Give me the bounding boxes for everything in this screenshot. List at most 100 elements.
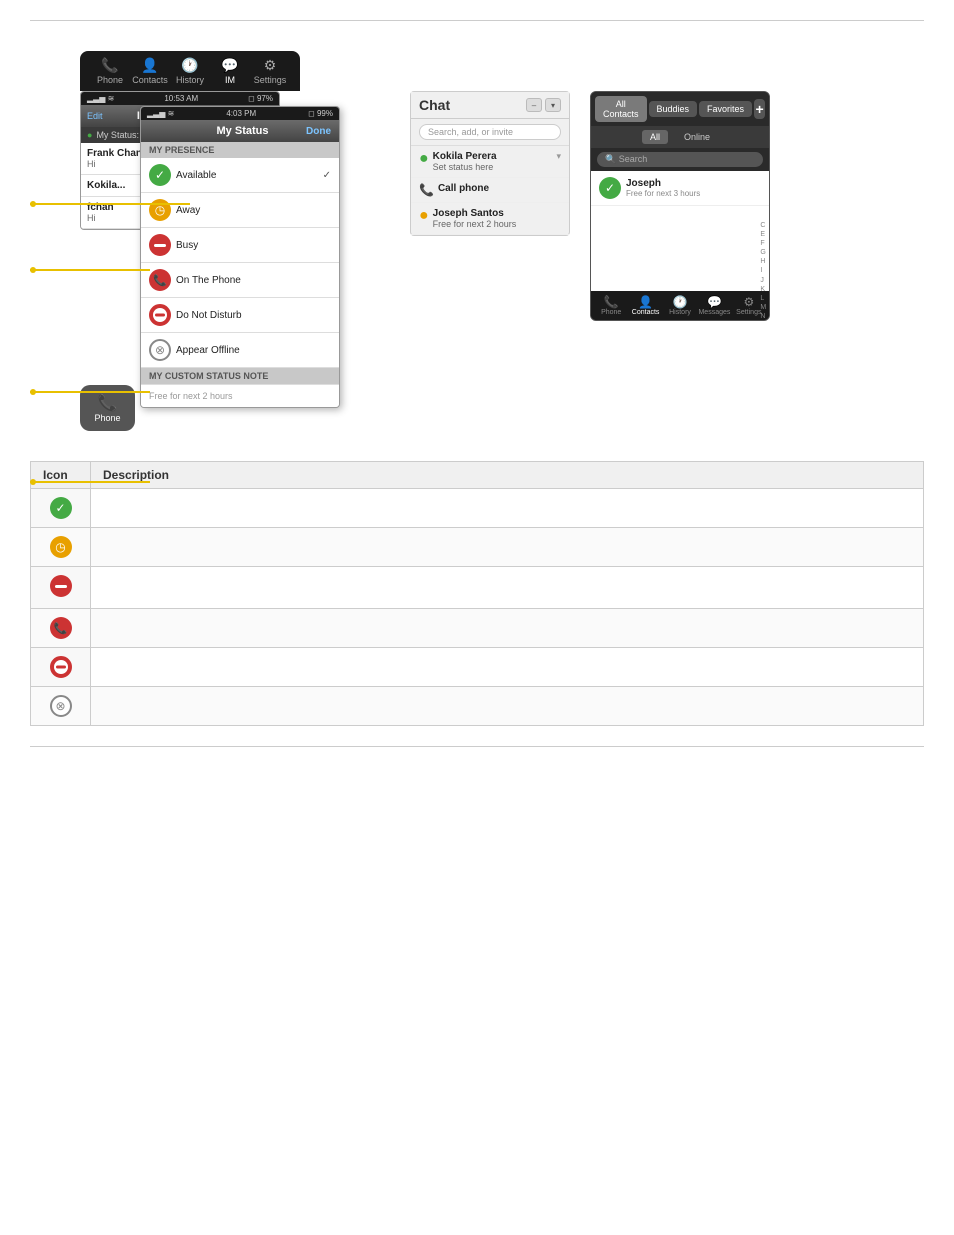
ms-done-button[interactable]: Done [306, 126, 331, 137]
ms-onphone-label: On The Phone [176, 275, 241, 286]
tab-im-label: IM [225, 75, 235, 85]
chat-header: Chat – ▾ [411, 92, 569, 119]
chat-contact-3-icon: ● [419, 208, 429, 224]
ms-option-onphone[interactable]: 📞 On The Phone [141, 263, 339, 298]
bottom-settings-icon: ⚙ [743, 295, 754, 309]
available-status-icon: ✓ [149, 164, 171, 186]
ms-dnd-label: Do Not Disturb [176, 310, 242, 321]
chat-contact-2-icon: 📞 [419, 183, 434, 197]
ms-note-input[interactable]: Free for next 2 hours [141, 384, 339, 407]
chat-search-box[interactable]: Search, add, or invite [419, 124, 561, 140]
chat-contact-2-name: Call phone [438, 183, 489, 194]
table-cell-away-icon: ◷ [31, 528, 91, 567]
contacts-search-box[interactable]: 🔍 Search [597, 152, 763, 167]
annotation-line-4 [30, 481, 150, 483]
joseph-status-icon: ✓ [599, 177, 621, 199]
page-container: 📞 Phone 👤 Contacts 🕐 History 💬 IM [0, 0, 954, 1235]
ms-time: 4:03 PM [226, 109, 256, 118]
ms-option-offline[interactable]: ⊗ Appear Offline [141, 333, 339, 368]
tab-contacts[interactable]: 👤 Contacts [130, 57, 170, 85]
tab-settings[interactable]: ⚙ Settings [250, 57, 290, 85]
bottom-messages-label: Messages [698, 309, 730, 316]
chat-contact-1-status: Set status here [433, 162, 497, 172]
im-signal: ▂▃▅ ≋ [87, 94, 114, 103]
bottom-phone-label: Phone [601, 309, 621, 316]
bottom-contacts-icon: 👤 [638, 295, 653, 309]
ms-header: My Status Done [141, 120, 339, 142]
chat-contact-2[interactable]: 📞 Call phone [411, 178, 569, 203]
contacts-bottom-phone[interactable]: 📞 Phone [595, 295, 627, 316]
ms-option-dnd[interactable]: Do Not Disturb [141, 298, 339, 333]
contact-joseph[interactable]: ✓ Joseph Free for next 3 hours [591, 171, 769, 206]
table-cell-available-desc [91, 489, 924, 528]
im-contact-2-name: Kokila... [87, 180, 125, 191]
contacts-filter-online[interactable]: Online [676, 130, 718, 144]
bottom-history-label: History [669, 309, 691, 316]
annotation-dot-4 [30, 479, 36, 485]
bottom-messages-icon: 💬 [707, 295, 722, 309]
chat-triangle-button[interactable]: ▾ [545, 98, 561, 112]
table-cell-available-icon: ✓ [31, 489, 91, 528]
im-time: 10:53 AM [164, 94, 198, 103]
ms-option-busy[interactable]: Busy [141, 228, 339, 263]
chat-contact-1-icon: ● [419, 151, 429, 167]
tab-bar: 📞 Phone 👤 Contacts 🕐 History 💬 IM [80, 51, 300, 91]
im-contact-3-msg: Hi [87, 213, 114, 223]
ms-custom-note-label: My Custom Status Note [141, 368, 339, 384]
tab-history-label: History [176, 75, 204, 85]
tab-phone-label: Phone [97, 75, 123, 85]
ms-presence-section: My Presence [141, 142, 339, 158]
table-busy-icon [50, 575, 72, 597]
left-phone-area: 📞 Phone 👤 Contacts 🕐 History 💬 IM [30, 51, 390, 431]
chat-contact-3[interactable]: ● Joseph Santos Free for next 2 hours [411, 203, 569, 235]
tab-phone[interactable]: 📞 Phone [90, 57, 130, 85]
table-row [31, 648, 924, 687]
contacts-filter-row: All Online [591, 126, 769, 148]
ms-option-available[interactable]: ✓ Available ✓ [141, 158, 339, 193]
tab-history[interactable]: 🕐 History [170, 57, 210, 85]
contacts-bottom-contacts[interactable]: 👤 Contacts [629, 295, 661, 316]
contacts-tab-buddies[interactable]: Buddies [649, 101, 698, 117]
table-away-icon: ◷ [50, 536, 72, 558]
table-cell-offline-icon: ⊗ [31, 687, 91, 726]
table-cell-dnd-desc [91, 648, 924, 687]
tab-im[interactable]: 💬 IM [210, 57, 250, 85]
contacts-screen: All Contacts Buddies Favorites + All Onl… [590, 91, 770, 321]
im-tab-icon: 💬 [221, 57, 238, 74]
table-header-desc: Description [91, 462, 924, 489]
onphone-status-icon: 📞 [149, 269, 171, 291]
chat-contact-1-arrow: ▾ [556, 151, 561, 162]
ms-battery: ◻ 99% [308, 109, 333, 118]
top-rule [30, 20, 924, 21]
contacts-bottom-messages[interactable]: 💬 Messages [698, 295, 730, 316]
contacts-search-placeholder: Search [619, 154, 648, 164]
screenshots-row: 📞 Phone 👤 Contacts 🕐 History 💬 IM [30, 51, 924, 431]
table-cell-onphone-icon: 📞 [31, 609, 91, 648]
im-edit-button[interactable]: Edit [87, 111, 103, 121]
contacts-bottom-history[interactable]: 🕐 History [664, 295, 696, 316]
tab-settings-label: Settings [254, 75, 287, 85]
table-cell-onphone-desc [91, 609, 924, 648]
table-available-icon: ✓ [50, 497, 72, 519]
contacts-search-icon: 🔍 [605, 154, 619, 164]
chat-contact-1[interactable]: ● Kokila Perera Set status here ▾ [411, 146, 569, 178]
table-row: ✓ [31, 489, 924, 528]
bottom-rule [30, 746, 924, 747]
table-row [31, 567, 924, 609]
ms-signal: ▂▃▅ ≋ [147, 109, 174, 118]
chat-minus-button[interactable]: – [526, 98, 542, 112]
contacts-tab-favorites[interactable]: Favorites [699, 101, 752, 117]
chat-title: Chat [419, 97, 450, 113]
table-dnd-icon [50, 656, 72, 678]
offline-status-icon: ⊗ [149, 339, 171, 361]
contacts-wrapper: All Contacts Buddies Favorites + All Onl… [590, 91, 770, 321]
chat-contact-1-name: Kokila Perera [433, 151, 497, 162]
joseph-sub: Free for next 3 hours [626, 189, 700, 198]
contacts-filter-all[interactable]: All [642, 130, 668, 144]
annotation-dot-2 [30, 267, 36, 273]
ms-offline-label: Appear Offline [176, 345, 240, 356]
ms-option-away[interactable]: ◷ Away [141, 193, 339, 228]
contacts-add-button[interactable]: + [754, 99, 765, 119]
contacts-tab-all[interactable]: All Contacts [595, 96, 647, 122]
bottom-settings-label: Settings [736, 309, 761, 316]
